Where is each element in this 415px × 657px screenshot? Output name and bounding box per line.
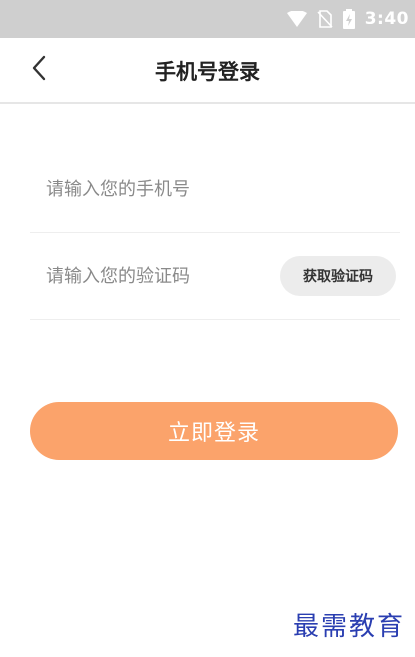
watermark-text: 最需教育	[292, 612, 405, 642]
get-code-button[interactable]: 获取验证码	[280, 256, 396, 296]
status-time: 3:40	[364, 9, 409, 29]
battery-charging-icon	[342, 9, 355, 29]
phone-field-row	[30, 145, 400, 233]
no-sim-icon	[317, 10, 333, 28]
page-title: 手机号登录	[155, 60, 260, 84]
verification-code-input[interactable]	[44, 232, 278, 320]
phone-input[interactable]	[44, 145, 278, 233]
login-button[interactable]: 立即登录	[30, 402, 398, 460]
wifi-icon	[286, 11, 307, 27]
code-field-row: 获取验证码	[30, 232, 400, 320]
app-bar: 手机号登录	[0, 38, 415, 104]
status-bar: 3:40	[0, 0, 415, 38]
